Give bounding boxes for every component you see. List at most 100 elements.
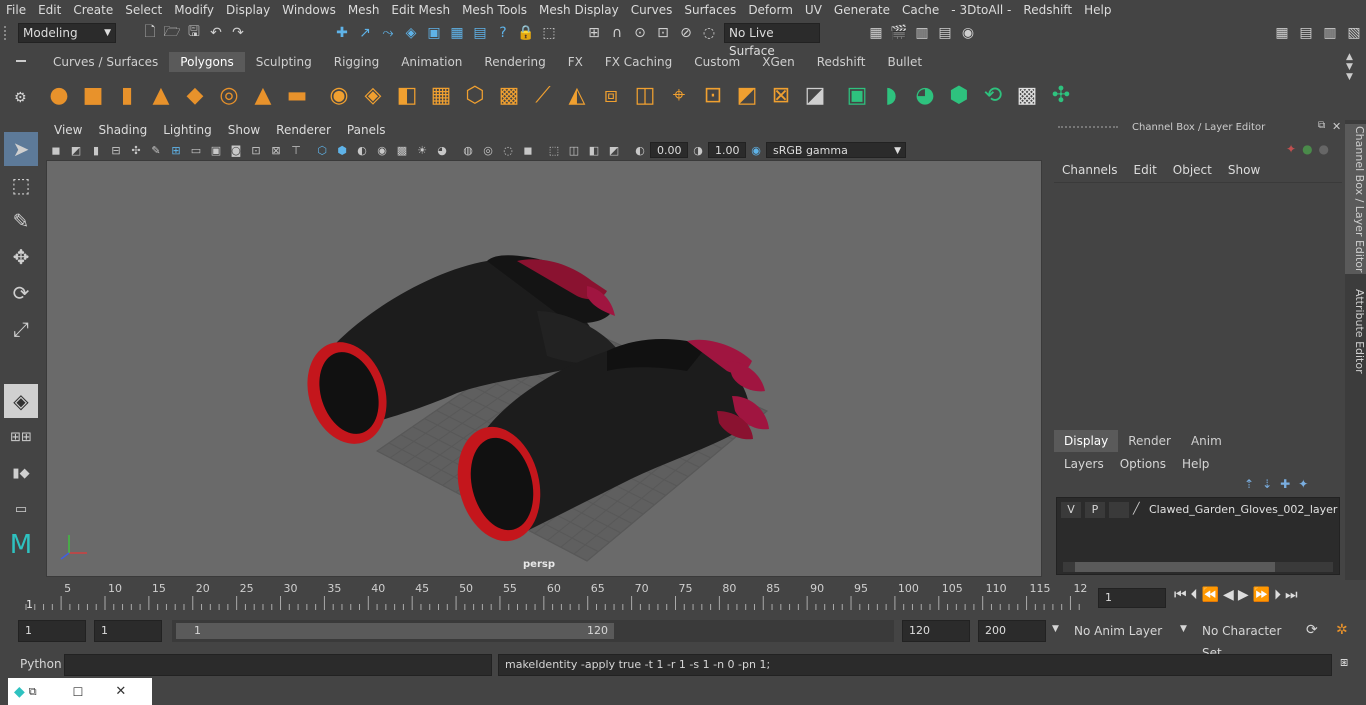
- field-chart-icon[interactable]: ⊡: [246, 141, 266, 159]
- fill-hole-icon[interactable]: ◭: [560, 78, 594, 112]
- layer-color-icon[interactable]: ╱: [1133, 502, 1147, 518]
- move-layer-up-icon[interactable]: ⇡: [1244, 477, 1254, 491]
- ipr-render-icon[interactable]: ▥: [912, 23, 932, 43]
- shelf-tab-curves-surfaces[interactable]: Curves / Surfaces: [42, 52, 169, 72]
- time-slider[interactable]: 5 10 15 20 25 30 35 40 45 50 55 60 65 70 75 80 85 90 95 100…: [22, 582, 1090, 612]
- 3d-viewport[interactable]: persp: [46, 160, 1042, 577]
- uv-checker-icon[interactable]: ▩: [1010, 78, 1044, 112]
- menu-surfaces[interactable]: Surfaces: [678, 0, 742, 20]
- layer-playback-toggle[interactable]: P: [1085, 502, 1105, 518]
- side-tab-channel-box[interactable]: Channel Box / Layer Editor: [1345, 124, 1366, 274]
- viewport-menu-view[interactable]: View: [46, 123, 90, 137]
- panel-grip[interactable]: [1058, 126, 1118, 128]
- chevron-down-icon[interactable]: ▼: [1052, 624, 1059, 634]
- grease-pencil-icon[interactable]: ✎: [146, 141, 166, 159]
- undo-icon[interactable]: ↶: [206, 23, 226, 43]
- scene-start-field[interactable]: 1: [18, 620, 86, 642]
- wireframe-icon[interactable]: ⬡: [312, 141, 332, 159]
- layer-menu-options[interactable]: Options: [1112, 454, 1174, 474]
- go-to-start-icon[interactable]: ⏮: [1174, 587, 1187, 603]
- live-surface-field[interactable]: No Live Surface: [724, 23, 820, 58]
- snap-grid-icon[interactable]: ⊞: [584, 23, 604, 43]
- multi-cut-icon[interactable]: ◫: [628, 78, 662, 112]
- layer-name[interactable]: Clawed_Garden_Gloves_002_layer: [1149, 503, 1337, 516]
- menu-edit[interactable]: Edit: [32, 0, 67, 20]
- shelf-menu-icon[interactable]: [16, 60, 26, 62]
- layer-tab-render[interactable]: Render: [1118, 430, 1181, 452]
- redo-icon[interactable]: ↷: [228, 23, 248, 43]
- menu-help[interactable]: Help: [1078, 0, 1117, 20]
- playback-start-field[interactable]: 1: [94, 620, 162, 642]
- new-scene-icon[interactable]: 🗋: [140, 23, 160, 43]
- snap-curve-icon[interactable]: ∩: [607, 23, 627, 43]
- menu-select[interactable]: Select: [119, 0, 168, 20]
- lock-icon[interactable]: 🔒: [516, 23, 536, 43]
- shelf-tab-animation[interactable]: Animation: [390, 52, 473, 72]
- tool-settings-icon[interactable]: ▧: [1344, 23, 1364, 43]
- layer-visibility-toggle[interactable]: V: [1061, 502, 1081, 518]
- motion-blur-icon[interactable]: ◎: [478, 141, 498, 159]
- poly-plane-icon[interactable]: ◆: [178, 78, 212, 112]
- float-icon[interactable]: ⧉: [1318, 120, 1325, 131]
- two-layout-icon[interactable]: ▮◆: [4, 456, 38, 490]
- menu-uv[interactable]: UV: [799, 0, 828, 20]
- extrude-icon[interactable]: ⬡: [458, 78, 492, 112]
- gear-icon[interactable]: ⚙: [14, 90, 27, 106]
- color-space-dropdown[interactable]: sRGB gamma ▼: [766, 142, 906, 158]
- boolean-icon[interactable]: ◪: [798, 78, 832, 112]
- menu-file[interactable]: File: [0, 0, 32, 20]
- layer-type-toggle[interactable]: [1109, 502, 1129, 518]
- character-set-dropdown[interactable]: No Character Set: [1196, 620, 1298, 660]
- outliner-layout-icon[interactable]: ▭: [4, 492, 38, 526]
- highlight-icon[interactable]: ⬚: [539, 23, 559, 43]
- play-backwards-icon[interactable]: ◀: [1223, 587, 1234, 603]
- xray-components-icon[interactable]: ◩: [604, 141, 624, 159]
- xray-icon[interactable]: ◫: [564, 141, 584, 159]
- bookmark-icon[interactable]: ▮: [86, 141, 106, 159]
- poly-pyramid-icon[interactable]: ▲: [246, 78, 280, 112]
- render-settings-icon[interactable]: ▦: [866, 23, 886, 43]
- safe-title-icon[interactable]: ⊤: [286, 141, 306, 159]
- anim-layer-dropdown[interactable]: No Anim Layer: [1068, 620, 1172, 642]
- menu-cache[interactable]: Cache: [896, 0, 945, 20]
- shelf-tab-bullet[interactable]: Bullet: [876, 52, 933, 72]
- new-layer-selected-icon[interactable]: ✦: [1298, 477, 1308, 491]
- split-icon[interactable]: ◩: [730, 78, 764, 112]
- uv-planar-icon[interactable]: ▣: [840, 78, 874, 112]
- chevron-down-icon[interactable]: ▼: [1180, 624, 1187, 634]
- poly-cone-icon[interactable]: ▲: [144, 78, 178, 112]
- mode-dropdown[interactable]: Modeling ▼: [18, 23, 116, 43]
- screen-ao-icon[interactable]: ◍: [458, 141, 478, 159]
- close-icon[interactable]: ✕: [1332, 120, 1341, 133]
- insert-edge-loop-icon[interactable]: ⧈: [594, 78, 628, 112]
- step-back-key-icon[interactable]: ⏴: [1191, 587, 1198, 603]
- edge-mask-icon[interactable]: ▣: [424, 23, 444, 43]
- layer-menu-help[interactable]: Help: [1174, 454, 1217, 474]
- bridge-icon[interactable]: ▩: [492, 78, 526, 112]
- face-mask-icon[interactable]: ▦: [447, 23, 467, 43]
- open-scene-icon[interactable]: 🗁: [162, 23, 182, 43]
- scene-end-field[interactable]: 200: [978, 620, 1046, 642]
- snap-surface-icon[interactable]: ⊘: [676, 23, 696, 43]
- hypershade-icon[interactable]: ◉: [958, 23, 978, 43]
- step-back-frame-icon[interactable]: ⏪: [1202, 587, 1219, 603]
- four-layout-icon[interactable]: ⊞⊞: [4, 420, 38, 454]
- go-to-end-icon[interactable]: ⏭: [1285, 587, 1298, 603]
- step-forward-frame-icon[interactable]: ⏩: [1253, 587, 1270, 603]
- 2d-pan-icon[interactable]: ✣: [126, 141, 146, 159]
- smooth-shade-icon[interactable]: ⬢: [332, 141, 352, 159]
- shelf-tab-fx-caching[interactable]: FX Caching: [594, 52, 683, 72]
- resolution-gate-icon[interactable]: ▣: [206, 141, 226, 159]
- shelf-tab-rigging[interactable]: Rigging: [323, 52, 390, 72]
- snap-view-icon[interactable]: ⊡: [653, 23, 673, 43]
- menu-mesh[interactable]: Mesh: [342, 0, 386, 20]
- smooth-icon[interactable]: ▦: [424, 78, 458, 112]
- render-frame-icon[interactable]: 🎬: [889, 23, 909, 43]
- command-input[interactable]: [64, 654, 492, 676]
- shelf-tab-fx[interactable]: FX: [557, 52, 594, 72]
- gamma-field[interactable]: 1.00: [708, 142, 746, 158]
- select-by-component-icon[interactable]: ⤳: [378, 23, 398, 43]
- color-management-icon[interactable]: ◉: [746, 141, 766, 159]
- script-language-label[interactable]: Python: [20, 657, 62, 671]
- move-tool-icon[interactable]: ✥: [4, 240, 38, 274]
